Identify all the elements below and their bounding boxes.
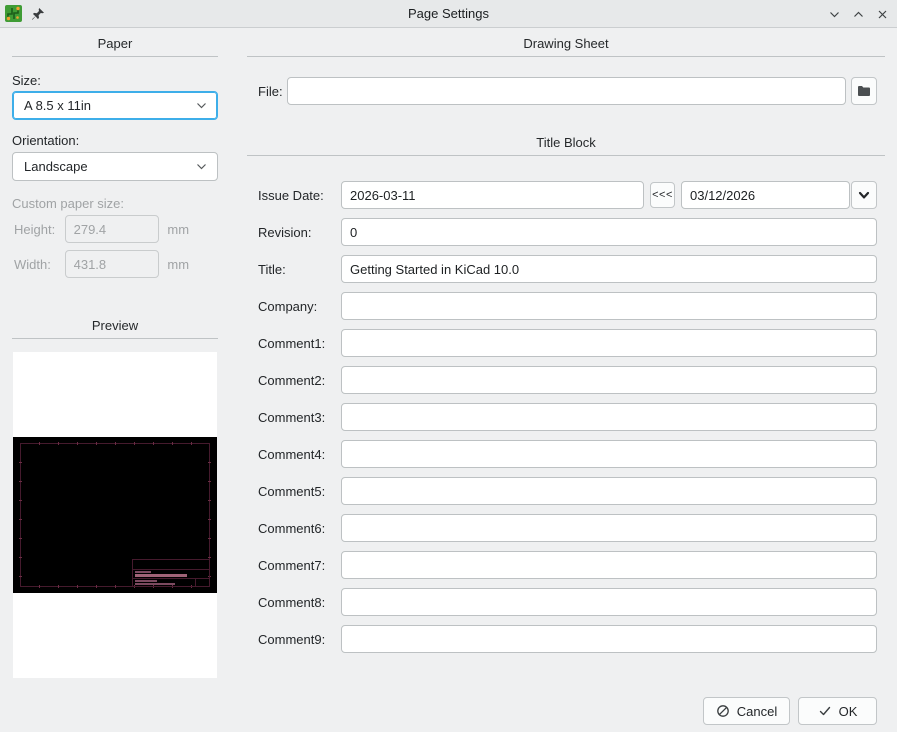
field-label: Comment9: <box>258 632 341 647</box>
field-input[interactable] <box>341 292 877 320</box>
field-input[interactable] <box>341 329 877 357</box>
file-input[interactable] <box>287 77 846 105</box>
field-label: Company: <box>258 299 341 314</box>
title-block-field-row: Comment9: <box>247 625 885 653</box>
browse-file-button[interactable] <box>851 77 877 105</box>
orientation-select[interactable]: Landscape <box>12 152 218 181</box>
chevron-down-icon <box>195 160 208 173</box>
field-input[interactable] <box>341 514 877 542</box>
size-label: Size: <box>12 73 218 88</box>
title-block-field-row: Title: Getting Started in KiCad 10.0 <box>247 255 885 283</box>
title-block-field-row: Comment2: <box>247 366 885 394</box>
cancel-icon <box>716 704 730 718</box>
title-block-field-row: Revision: 0 <box>247 218 885 246</box>
field-input[interactable]: 0 <box>341 218 877 246</box>
file-label: File: <box>258 84 287 99</box>
drawing-sheet-divider <box>247 56 885 57</box>
field-input[interactable]: Getting Started in KiCad 10.0 <box>341 255 877 283</box>
preview-section-divider <box>12 338 218 339</box>
width-input: 431.8 <box>65 250 160 278</box>
field-input[interactable] <box>341 551 877 579</box>
height-label: Height: <box>14 222 65 237</box>
field-label: Comment3: <box>258 410 341 425</box>
preview-sheet-frame <box>20 443 210 587</box>
checkmark-icon <box>818 704 832 718</box>
field-label: Comment8: <box>258 595 341 610</box>
paper-size-value: A 8.5 x 11in <box>24 98 91 113</box>
paper-size-select[interactable]: A 8.5 x 11in <box>12 91 218 120</box>
field-input[interactable] <box>341 477 877 505</box>
page-preview <box>13 352 217 678</box>
width-unit-label: mm <box>167 257 218 272</box>
date-picker-dropdown-button[interactable] <box>851 181 877 209</box>
field-label: Comment2: <box>258 373 341 388</box>
title-block-field-row: Comment8: <box>247 588 885 616</box>
field-label: Title: <box>258 262 341 277</box>
field-input[interactable] <box>341 588 877 616</box>
title-block-field-row: Comment5: <box>247 477 885 505</box>
orientation-value: Landscape <box>24 159 88 174</box>
title-block-field-row: Company: <box>247 292 885 320</box>
orientation-label: Orientation: <box>12 133 218 148</box>
shade-window-button[interactable] <box>825 5 843 23</box>
title-block-divider <box>247 155 885 156</box>
date-picker-input[interactable]: 03/12/2026 <box>681 181 850 209</box>
width-label: Width: <box>14 257 65 272</box>
height-input: 279.4 <box>65 215 160 243</box>
preview-title-block <box>132 559 210 587</box>
title-block-fields: Revision: 0 Title: Getting Started in Ki… <box>247 218 885 662</box>
cancel-button[interactable]: Cancel <box>703 697 790 725</box>
field-input[interactable] <box>341 625 877 653</box>
preview-sheet-page <box>13 437 217 593</box>
folder-icon <box>857 85 871 97</box>
custom-paper-size-label: Custom paper size: <box>12 196 218 211</box>
field-label: Comment1: <box>258 336 341 351</box>
paper-panel: Paper Size: A 8.5 x 11in Orientation: La… <box>12 28 218 678</box>
field-input[interactable] <box>341 366 877 394</box>
bold-chevron-down-icon <box>857 188 871 202</box>
titlebar[interactable]: Page Settings <box>0 0 897 28</box>
issue-date-label: Issue Date: <box>258 188 341 203</box>
title-block-field-row: Comment3: <box>247 403 885 431</box>
title-block-field-row: Comment7: <box>247 551 885 579</box>
issue-date-input[interactable]: 2026-03-11 <box>341 181 644 209</box>
window-title: Page Settings <box>0 6 897 21</box>
paper-section-header: Paper <box>12 36 218 52</box>
drawing-sheet-header: Drawing Sheet <box>247 36 885 52</box>
field-label: Comment4: <box>258 447 341 462</box>
preview-section-header: Preview <box>12 318 218 334</box>
field-input[interactable] <box>341 403 877 431</box>
page-settings-dialog: Page Settings Paper Size: A 8.5 x 11in O… <box>0 0 897 732</box>
height-unit-label: mm <box>167 222 218 237</box>
maximize-window-button[interactable] <box>849 5 867 23</box>
title-block-field-row: Comment4: <box>247 440 885 468</box>
field-label: Revision: <box>258 225 341 240</box>
field-label: Comment5: <box>258 484 341 499</box>
field-label: Comment7: <box>258 558 341 573</box>
close-window-button[interactable] <box>873 5 891 23</box>
title-block-header: Title Block <box>247 135 885 151</box>
chevron-down-icon <box>195 99 208 112</box>
title-block-field-row: Comment1: <box>247 329 885 357</box>
ok-button[interactable]: OK <box>798 697 877 725</box>
paper-section-divider <box>12 56 218 57</box>
field-label: Comment6: <box>258 521 341 536</box>
field-input[interactable] <box>341 440 877 468</box>
title-block-field-row: Comment6: <box>247 514 885 542</box>
copy-date-button[interactable]: <<< <box>650 182 675 208</box>
drawing-sheet-panel: Drawing Sheet File: Title Block Issue Da… <box>247 28 885 57</box>
